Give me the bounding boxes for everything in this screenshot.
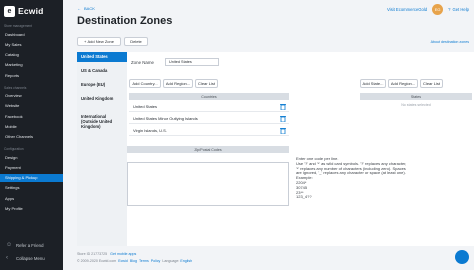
zip-codes-hint: Enter one code per line. Use '?' and '*'… xyxy=(296,156,407,200)
footer-store-line: Store ID 21773725 Get mobile apps xyxy=(77,252,136,256)
footer-link-ecwid[interactable]: Ecwid xyxy=(118,259,128,263)
collapse-menu-button[interactable]: ‹ Collapse Menu xyxy=(0,252,63,264)
arrow-left-icon: ← xyxy=(77,6,81,11)
states-empty-message: No states selected xyxy=(401,103,431,107)
zone-item[interactable]: United Kingdom xyxy=(77,94,127,103)
copyright: © 2009-2020 Ecwid.com xyxy=(77,259,117,263)
add-country-button[interactable]: Add Country... xyxy=(129,79,161,88)
zone-list: United States US & Canada Europe (EU) Un… xyxy=(77,52,127,246)
collapse-menu-label: Collapse Menu xyxy=(16,255,45,261)
get-help-label: Get Help xyxy=(452,7,469,12)
help-icon: ? xyxy=(448,7,451,12)
sidebar-item-website[interactable]: Website xyxy=(0,102,63,110)
country-row: United States Minor Outlying Islands xyxy=(129,113,289,124)
clear-countries-button[interactable]: Clear List xyxy=(195,79,218,88)
footer-link-blog[interactable]: Blog xyxy=(130,259,137,263)
zip-codes-textarea[interactable] xyxy=(127,162,289,206)
sidebar-item-mobile[interactable]: Mobile xyxy=(0,122,63,130)
zone-name-label: Zone Name xyxy=(131,60,154,65)
delete-button[interactable]: Delete xyxy=(124,37,148,46)
back-link[interactable]: ← BACK xyxy=(77,6,95,11)
trash-icon[interactable] xyxy=(280,115,286,123)
sidebar-item-my-profile[interactable]: My Profile xyxy=(0,205,63,213)
language-select[interactable]: English xyxy=(180,259,192,263)
refer-friend-label: Refer a Friend xyxy=(16,242,44,248)
add-state-button[interactable]: Add State... xyxy=(360,79,386,88)
trash-icon[interactable] xyxy=(280,127,286,135)
country-row: Virgin Islands, U.S. xyxy=(129,125,289,136)
sidebar-item-payment[interactable]: Payment xyxy=(0,163,63,171)
language-label: Language: xyxy=(162,259,180,263)
back-label: BACK xyxy=(84,6,95,11)
gift-icon: ☺ xyxy=(6,242,13,248)
mobile-apps-link[interactable]: Get mobile apps xyxy=(110,252,136,256)
main-content: ← BACK Destination Zones Visit Ecommerce… xyxy=(63,0,474,270)
zone-item[interactable]: US & Canada xyxy=(77,66,127,75)
add-region-button[interactable]: Add Region... xyxy=(163,79,193,88)
brand-name: Ecwid xyxy=(18,6,44,16)
page-title: Destination Zones xyxy=(77,15,173,27)
zone-item[interactable]: Europe (EU) xyxy=(77,80,127,89)
collapse-icon: ‹ xyxy=(6,255,8,261)
sidebar-item-facebook[interactable]: Facebook xyxy=(0,112,63,120)
zone-item[interactable]: International (Outside United Kingdom) xyxy=(77,112,127,131)
sidebar-item-dashboard[interactable]: Dashboard xyxy=(0,30,63,38)
country-name: United States xyxy=(133,103,158,109)
country-name: United States Minor Outlying Islands xyxy=(133,115,198,121)
chat-button[interactable] xyxy=(455,250,469,264)
sidebar-item-design[interactable]: Design xyxy=(0,153,63,161)
store-id: Store ID 21773725 xyxy=(77,252,108,256)
visit-store-link[interactable]: Visit EcommerceGold xyxy=(387,7,427,12)
get-help-link[interactable]: ? Get Help xyxy=(448,7,469,12)
sidebar-item-other-channels[interactable]: Other Channels xyxy=(0,133,63,141)
zone-item[interactable]: United States xyxy=(77,52,127,62)
sidebar: e Ecwid Store management Dashboard My Sale… xyxy=(0,0,63,270)
avatar[interactable]: EG xyxy=(432,4,444,15)
sidebar-item-overview[interactable]: Overview xyxy=(0,92,63,100)
about-zones-link[interactable]: About destination zones xyxy=(431,40,469,44)
refer-friend-link[interactable]: ☺ Refer a Friend xyxy=(0,239,63,251)
footer-link-policy[interactable]: Policy xyxy=(151,259,161,263)
sidebar-item-shipping-pickup[interactable]: Shipping & Pickup xyxy=(0,173,63,182)
add-zone-label: Add New Zone xyxy=(87,39,114,44)
ecwid-logo-icon: e xyxy=(4,5,15,17)
zone-name-input[interactable]: United States xyxy=(165,58,219,66)
nav-section-title: Store management xyxy=(4,24,33,28)
sidebar-item-reports[interactable]: Reports xyxy=(0,71,63,79)
trash-icon[interactable] xyxy=(280,103,286,111)
sidebar-item-apps[interactable]: Apps xyxy=(0,194,63,202)
country-row: United States xyxy=(129,101,289,112)
sidebar-item-settings[interactable]: Settings xyxy=(0,184,63,192)
sidebar-item-my-sales[interactable]: My Sales xyxy=(0,40,63,48)
nav-section-title: Configuration xyxy=(4,147,24,151)
clear-states-button[interactable]: Clear List xyxy=(420,79,443,88)
brand-logo[interactable]: e Ecwid xyxy=(4,5,62,17)
add-region-button[interactable]: Add Region... xyxy=(388,79,418,88)
footer-link-terms[interactable]: Terms xyxy=(139,259,149,263)
sidebar-item-marketing[interactable]: Marketing xyxy=(0,61,63,69)
sidebar-item-catalog[interactable]: Catalog xyxy=(0,51,63,59)
footer-links: © 2009-2020 Ecwid.com Ecwid Blog Terms P… xyxy=(77,259,192,263)
countries-header: Countries xyxy=(129,93,289,100)
zip-codes-header: Zip/Postal Codes xyxy=(127,146,289,153)
add-zone-button[interactable]: + Add New Zone xyxy=(77,37,121,46)
header-actions: Visit EcommerceGold EG ? Get Help xyxy=(387,4,469,15)
states-header: States xyxy=(360,93,472,100)
country-name: Virgin Islands, U.S. xyxy=(133,127,167,133)
nav-section-title: Sales channels xyxy=(4,85,27,90)
